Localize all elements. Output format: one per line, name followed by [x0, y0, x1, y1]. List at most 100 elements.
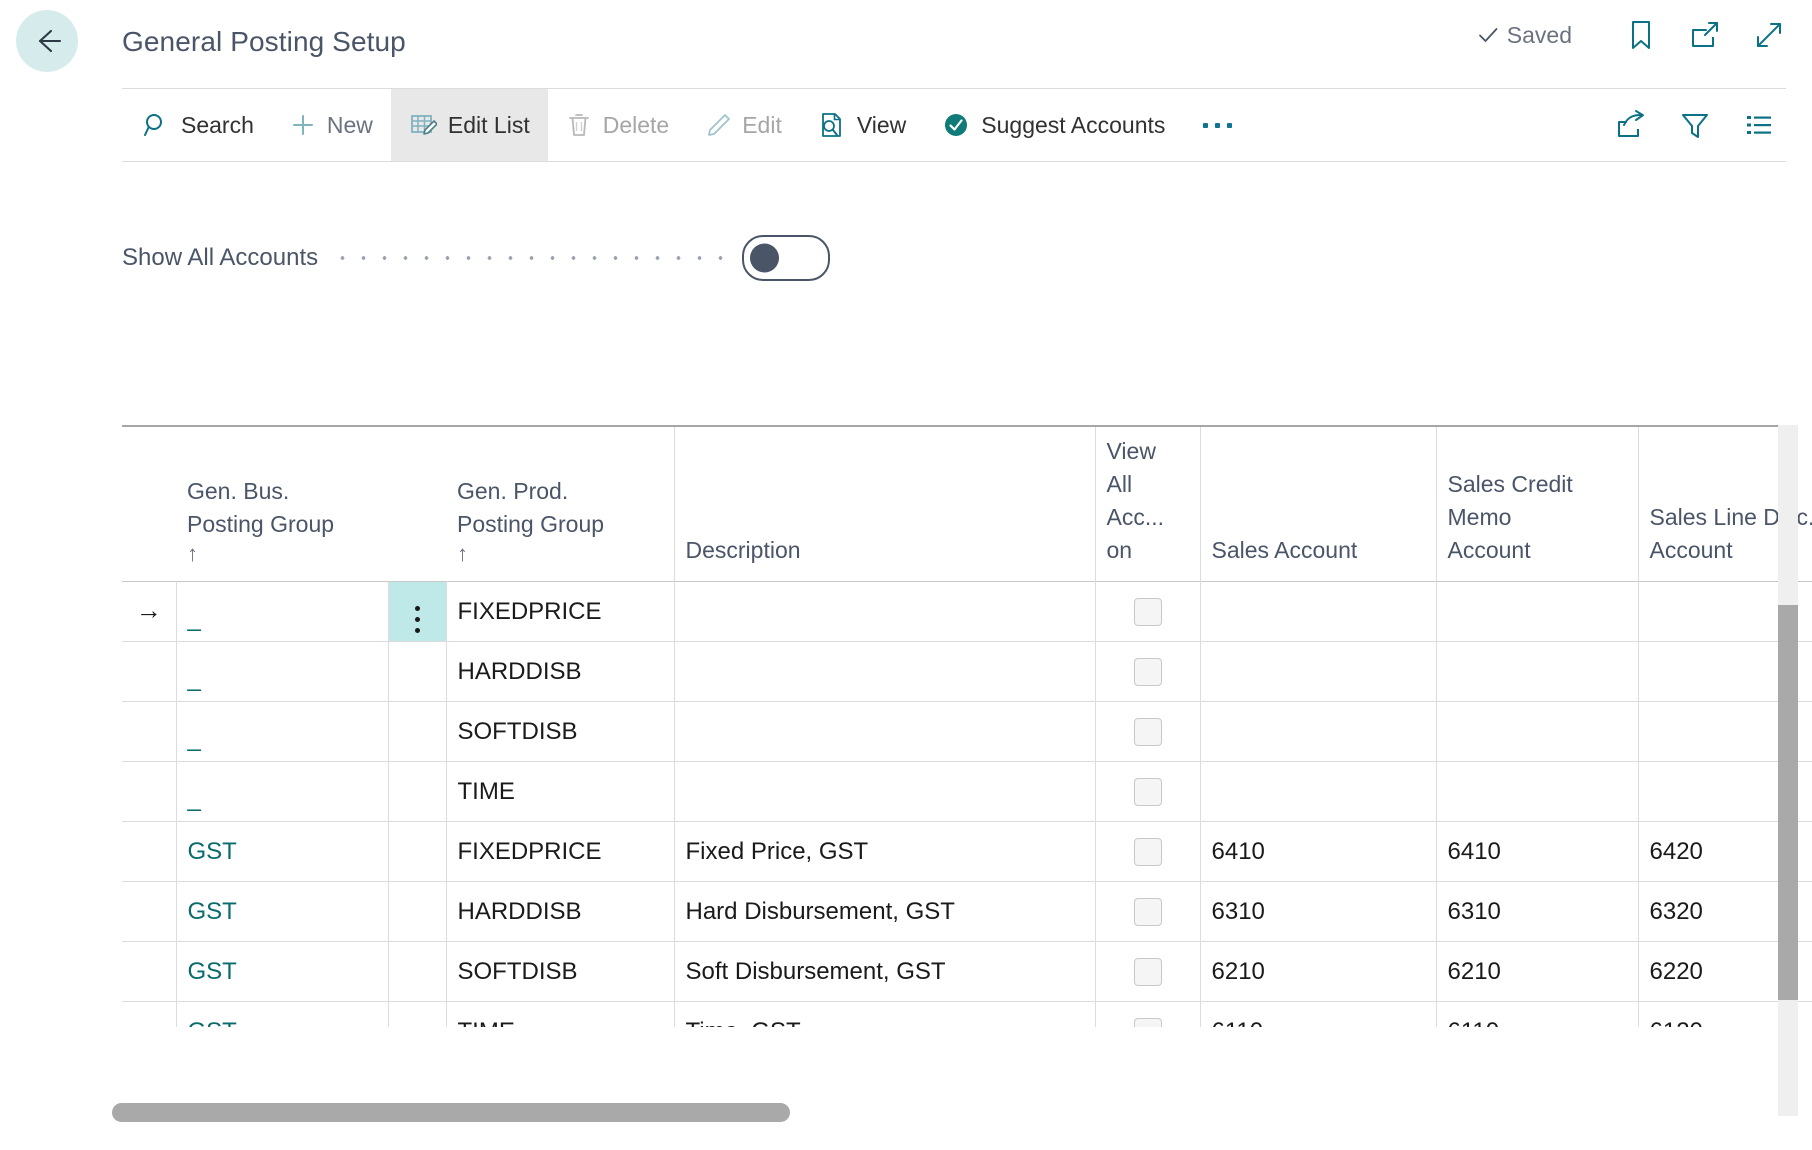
cell-gen-bus-posting-group[interactable]: GST	[176, 941, 389, 1002]
expand-button[interactable]	[1752, 18, 1786, 52]
col-header-sales-account[interactable]: Sales Account	[1199, 427, 1436, 582]
cell-view-all-accounts-checkbox[interactable]	[1095, 761, 1201, 822]
checkbox-icon[interactable]	[1133, 597, 1162, 626]
checkbox-icon[interactable]	[1133, 1017, 1162, 1027]
cell-sales-credit-memo-account[interactable]	[1436, 581, 1639, 642]
table-row[interactable]: GST HARDDISB Hard Disbursement, GST 6310 631…	[122, 881, 1812, 942]
checkbox-icon[interactable]	[1133, 957, 1162, 986]
table-row[interactable]: _ TIME	[122, 761, 1812, 822]
cell-sales-account[interactable]	[1200, 761, 1437, 822]
cell-sales-account[interactable]	[1200, 701, 1437, 762]
cell-description[interactable]	[674, 581, 1096, 642]
cell-gen-prod-posting-group[interactable]: HARDDISB	[446, 881, 675, 942]
cell-sales-credit-memo-account[interactable]: 6310	[1436, 881, 1639, 942]
row-menu-cell[interactable]	[388, 1001, 447, 1027]
table-row[interactable]: → _ FIXEDPRICE	[122, 581, 1812, 642]
vertical-scrollbar-thumb[interactable]	[1778, 605, 1798, 1000]
col-header-gen-prod-posting-group[interactable]: Gen. Prod. Posting Group ↑	[446, 427, 674, 582]
col-header-view-all-accounts-on[interactable]: View All Acc... on	[1094, 427, 1200, 582]
col-header-sales-credit-memo-account[interactable]: Sales Credit Memo Account	[1435, 427, 1638, 582]
cell-view-all-accounts-checkbox[interactable]	[1095, 641, 1201, 702]
cell-sales-credit-memo-account[interactable]: 6410	[1436, 821, 1639, 882]
open-in-new-window-button[interactable]	[1688, 18, 1722, 52]
cell-description[interactable]: Hard Disbursement, GST	[674, 881, 1096, 942]
cell-gen-prod-posting-group[interactable]: TIME	[446, 761, 675, 822]
row-menu-cell[interactable]	[388, 941, 447, 1002]
cell-gen-bus-posting-group[interactable]: _	[176, 581, 389, 642]
cell-gen-prod-posting-group[interactable]: HARDDISB	[446, 641, 675, 702]
checkbox-icon[interactable]	[1133, 717, 1162, 746]
row-menu-cell[interactable]	[388, 761, 447, 822]
delete-button[interactable]: Delete	[548, 89, 687, 161]
cell-sales-account[interactable]	[1200, 641, 1437, 702]
edit-button[interactable]: Edit	[687, 89, 800, 161]
cell-description[interactable]: Time, GST	[674, 1001, 1096, 1027]
back-button[interactable]	[16, 10, 78, 72]
cell-view-all-accounts-checkbox[interactable]	[1095, 821, 1201, 882]
cell-sales-credit-memo-account[interactable]	[1436, 701, 1639, 762]
share-button[interactable]	[1614, 108, 1648, 142]
new-button[interactable]: New	[272, 89, 391, 161]
more-options-icon[interactable]	[414, 606, 420, 633]
view-button[interactable]: View	[800, 89, 924, 161]
edit-list-button[interactable]: Edit List	[390, 89, 548, 161]
cell-sales-credit-memo-account[interactable]: 6110	[1436, 1001, 1639, 1027]
row-menu-cell[interactable]	[388, 701, 447, 762]
cell-sales-account[interactable]: 6210	[1200, 941, 1437, 1002]
cell-view-all-accounts-checkbox[interactable]	[1095, 1001, 1201, 1027]
search-button[interactable]: Search	[122, 89, 272, 161]
row-menu-cell[interactable]	[388, 581, 447, 642]
cell-sales-credit-memo-account[interactable]	[1436, 761, 1639, 822]
cell-gen-bus-posting-group[interactable]: _	[176, 701, 389, 762]
table-row[interactable]: GST FIXEDPRICE Fixed Price, GST 6410 6410 642…	[122, 821, 1812, 882]
checkbox-icon[interactable]	[1133, 657, 1162, 686]
cell-gen-bus-posting-group[interactable]: _	[176, 641, 389, 702]
show-all-accounts-toggle[interactable]	[742, 235, 831, 281]
col-label-gen-prod: Gen. Prod. Posting Group	[457, 478, 605, 537]
horizontal-scrollbar-thumb[interactable]	[112, 1103, 790, 1122]
col-header-description[interactable]: Description	[673, 427, 1095, 582]
search-label: Search	[181, 111, 254, 138]
filter-button[interactable]	[1678, 108, 1712, 142]
cell-view-all-accounts-checkbox[interactable]	[1095, 941, 1201, 1002]
cell-description[interactable]	[674, 641, 1096, 702]
list-view-button[interactable]	[1742, 108, 1776, 142]
cell-gen-prod-posting-group[interactable]: SOFTDISB	[446, 701, 675, 762]
suggest-accounts-button[interactable]: Suggest Accounts	[924, 89, 1183, 161]
cell-gen-bus-posting-group[interactable]: GST	[176, 1001, 389, 1027]
cell-description[interactable]	[674, 701, 1096, 762]
cell-gen-prod-posting-group[interactable]: FIXEDPRICE	[446, 821, 675, 882]
cell-gen-prod-posting-group[interactable]: TIME	[446, 1001, 675, 1027]
checkbox-icon[interactable]	[1133, 777, 1162, 806]
row-menu-cell[interactable]	[388, 641, 447, 702]
cell-gen-prod-posting-group[interactable]: SOFTDISB	[446, 941, 675, 1002]
vertical-scrollbar-track[interactable]	[1778, 425, 1798, 1116]
cell-description[interactable]: Soft Disbursement, GST	[674, 941, 1096, 1002]
cell-gen-bus-posting-group[interactable]: GST	[176, 881, 389, 942]
cell-gen-bus-posting-group[interactable]: _	[176, 761, 389, 822]
bookmark-button[interactable]	[1624, 18, 1658, 52]
cell-sales-account[interactable]: 6110	[1200, 1001, 1437, 1027]
cell-description[interactable]	[674, 761, 1096, 822]
checkbox-icon[interactable]	[1133, 897, 1162, 926]
cell-view-all-accounts-checkbox[interactable]	[1095, 701, 1201, 762]
cell-gen-prod-posting-group[interactable]: FIXEDPRICE	[446, 581, 675, 642]
col-header-gen-bus-posting-group[interactable]: Gen. Bus. Posting Group ↑	[176, 427, 446, 582]
cell-sales-account[interactable]	[1200, 581, 1437, 642]
row-menu-cell[interactable]	[388, 881, 447, 942]
cell-sales-credit-memo-account[interactable]: 6210	[1436, 941, 1639, 1002]
cell-view-all-accounts-checkbox[interactable]	[1095, 581, 1201, 642]
cell-description[interactable]: Fixed Price, GST	[674, 821, 1096, 882]
cell-view-all-accounts-checkbox[interactable]	[1095, 881, 1201, 942]
row-menu-cell[interactable]	[388, 821, 447, 882]
cell-sales-account[interactable]: 6310	[1200, 881, 1437, 942]
table-row[interactable]: GST SOFTDISB Soft Disbursement, GST 6210 621…	[122, 941, 1812, 1002]
checkbox-icon[interactable]	[1133, 837, 1162, 866]
table-row[interactable]: _ SOFTDISB	[122, 701, 1812, 762]
table-row[interactable]: GSTTIMETime, GST611061106120	[122, 1001, 1812, 1027]
cell-sales-credit-memo-account[interactable]	[1436, 641, 1639, 702]
more-commands-button[interactable]	[1183, 89, 1252, 161]
table-row[interactable]: _ HARDDISB	[122, 641, 1812, 702]
cell-sales-account[interactable]: 6410	[1200, 821, 1437, 882]
cell-gen-bus-posting-group[interactable]: GST	[176, 821, 389, 882]
